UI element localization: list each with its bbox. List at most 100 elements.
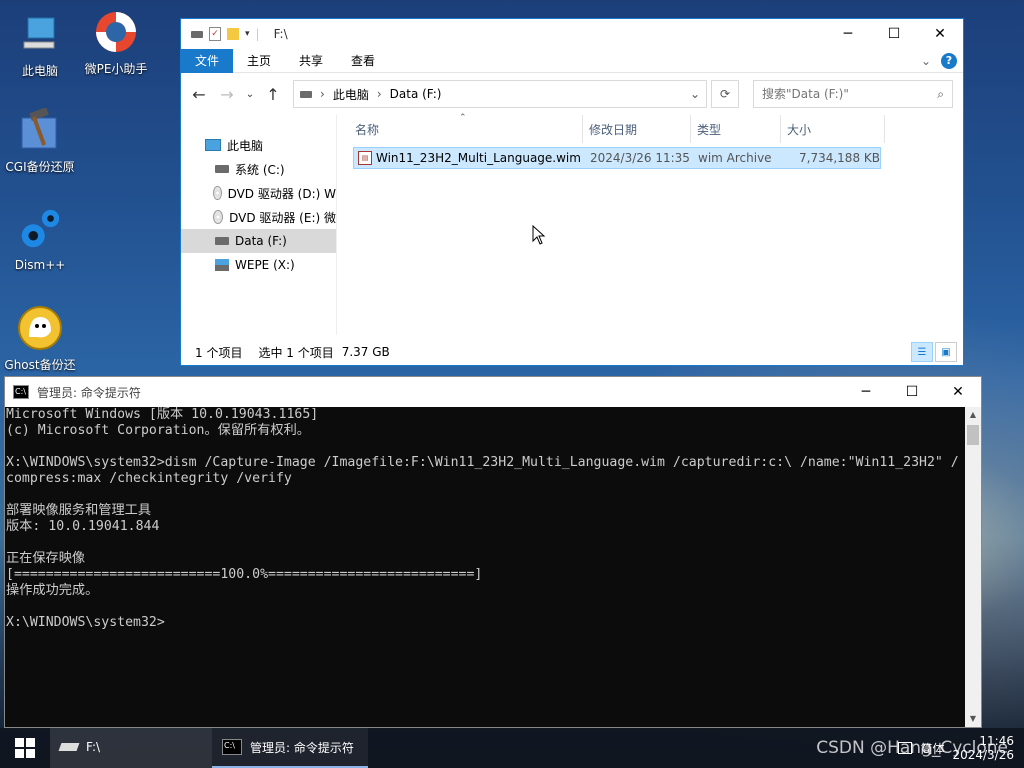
sort-up-icon: ⌃ — [459, 113, 467, 123]
recent-locations-icon[interactable]: ⌄ — [243, 89, 257, 100]
scroll-up-icon[interactable]: ▲ — [965, 407, 981, 423]
taskbar-item-cmd[interactable]: C:\ 管理员: 命令提示符 — [212, 728, 368, 768]
watermark: CSDN @Hang_Cyclone — [816, 738, 1008, 758]
column-size[interactable]: 大小 — [781, 115, 885, 143]
nav-item-d[interactable]: DVD 驱动器 (D:) W — [181, 181, 336, 205]
console-line: X:\WINDOWS\system32>dism /Capture-Image … — [6, 455, 959, 470]
large-icons-view-icon[interactable]: ▣ — [935, 342, 957, 362]
drive-icon — [191, 27, 203, 41]
computer-icon — [16, 10, 64, 58]
dvd-icon — [213, 186, 222, 200]
address-bar[interactable]: › 此电脑 › Data (F:) ⌄ — [293, 80, 707, 108]
navigation-pane: 此电脑 系统 (C:) DVD 驱动器 (D:) W DVD 驱动器 (E:) … — [181, 115, 337, 335]
close-button[interactable]: ✕ — [935, 377, 981, 407]
refresh-icon: ⟳ — [719, 87, 731, 101]
nav-item-c[interactable]: 系统 (C:) — [181, 157, 336, 181]
taskbar-item-label: F:\ — [86, 740, 101, 754]
ribbon-tabs: 文件 主页 共享 查看 ⌄ ? — [181, 48, 963, 73]
console-line: Microsoft Windows [版本 10.0.19043.1165] — [6, 407, 319, 422]
console-line: 部署映像服务和管理工具 — [6, 503, 152, 518]
properties-icon[interactable]: ✓ — [209, 27, 221, 41]
desktop-icon-label: Dism++ — [14, 258, 66, 272]
search-box[interactable]: ⌕ — [753, 80, 953, 108]
file-list: ⌃ 名称 修改日期 类型 大小 ▤ Win11_23H2_Multi_Langu… — [337, 113, 963, 335]
start-button[interactable] — [0, 728, 50, 768]
desktop-icon-this-pc[interactable]: 此电脑 — [2, 10, 78, 79]
mouse-cursor-icon — [532, 224, 546, 248]
back-arrow-icon[interactable]: ← — [187, 85, 211, 104]
search-icon: ⌕ — [937, 86, 944, 101]
console-line: [==========================100.0%=======… — [6, 567, 483, 582]
console-line: 操作成功完成。 — [6, 583, 99, 598]
chevron-down-icon[interactable]: ▾ — [245, 29, 250, 39]
scroll-thumb[interactable] — [967, 425, 979, 445]
new-folder-icon[interactable] — [227, 28, 239, 40]
network-drive-icon — [215, 259, 229, 271]
drive-icon — [215, 165, 229, 173]
console-line: X:\WINDOWS\system32> — [6, 615, 165, 630]
table-row[interactable]: ▤ Win11_23H2_Multi_Language.wim 2024/3/2… — [353, 147, 881, 169]
tab-file[interactable]: 文件 — [181, 48, 234, 73]
maximize-button[interactable]: ☐ — [889, 377, 935, 407]
breadcrumb-data-f[interactable]: Data (F:) — [390, 87, 442, 101]
drive-icon — [58, 743, 80, 751]
console-line: (c) Microsoft Corporation。保留所有权利。 — [6, 423, 310, 438]
column-type[interactable]: 类型 — [691, 115, 781, 143]
tab-view[interactable]: 查看 — [337, 49, 389, 73]
column-date[interactable]: 修改日期 — [583, 115, 691, 143]
file-type: wim Archive — [698, 151, 772, 165]
file-name: Win11_23H2_Multi_Language.wim — [376, 151, 581, 165]
up-arrow-icon[interactable]: ↑ — [261, 85, 285, 104]
cmd-icon: C:\ — [222, 739, 242, 755]
cmd-titlebar: C:\ 管理员: 命令提示符 ─ ☐ ✕ — [5, 377, 981, 407]
cmd-icon: C:\ — [13, 385, 29, 399]
forward-arrow-icon[interactable]: → — [215, 85, 239, 104]
hammer-icon — [16, 106, 64, 154]
expand-ribbon-icon[interactable]: ⌄ — [921, 54, 931, 68]
file-size: 7,734,188 KB — [799, 151, 880, 165]
nav-item-label: DVD 驱动器 (E:) 微 — [229, 210, 336, 225]
chevron-down-icon[interactable]: ⌄ — [690, 87, 700, 101]
desktop-icon-pe-helper[interactable]: 微PE小助手 — [78, 8, 154, 77]
console-line: 正在保存映像 — [6, 551, 86, 566]
close-button[interactable]: ✕ — [917, 19, 963, 49]
drive-icon — [215, 237, 229, 245]
nav-item-e[interactable]: DVD 驱动器 (E:) 微 — [181, 205, 336, 229]
column-headers: ⌃ 名称 修改日期 类型 大小 — [337, 113, 963, 143]
details-view-icon[interactable]: ☰ — [911, 342, 933, 362]
minimize-button[interactable]: ─ — [825, 19, 871, 49]
nav-item-x[interactable]: WEPE (X:) — [181, 253, 336, 277]
desktop-icon-label: 微PE小助手 — [84, 62, 148, 76]
desktop-icon-dism[interactable]: Dism++ — [2, 206, 78, 272]
maximize-button[interactable]: ☐ — [871, 19, 917, 49]
search-input[interactable] — [762, 87, 938, 101]
column-name[interactable]: 名称 — [353, 115, 583, 143]
selected-count: 选中 1 个项目 — [258, 345, 334, 360]
nav-item-label: WEPE (X:) — [235, 258, 295, 272]
nav-item-this-pc[interactable]: 此电脑 — [181, 133, 336, 157]
minimize-button[interactable]: ─ — [843, 377, 889, 407]
wim-file-icon: ▤ — [358, 151, 372, 165]
window-title: 管理员: 命令提示符 — [37, 385, 141, 400]
breadcrumb-this-pc[interactable]: 此电脑 — [333, 86, 369, 103]
help-icon[interactable]: ? — [941, 52, 957, 69]
nav-item-f[interactable]: Data (F:) — [181, 229, 336, 253]
console-output[interactable]: Microsoft Windows [版本 10.0.19043.1165] (c… — [5, 407, 965, 727]
taskbar-item-explorer[interactable]: F:\ — [50, 728, 212, 768]
dvd-icon — [213, 210, 224, 224]
scroll-down-icon[interactable]: ▼ — [965, 711, 981, 727]
nav-item-label: DVD 驱动器 (D:) W — [227, 186, 336, 201]
status-bar: 1 个项目 选中 1 个项目 7.37 GB ☰ ▣ — [181, 339, 963, 365]
tab-home[interactable]: 主页 — [233, 49, 285, 73]
tab-share[interactable]: 共享 — [285, 49, 337, 73]
file-modified: 2024/3/26 11:35 — [590, 151, 690, 165]
desktop-icon-cgi[interactable]: CGI备份还原 — [2, 106, 78, 175]
item-count: 1 个项目 — [195, 345, 243, 360]
window-title: F:\ — [273, 27, 288, 41]
scrollbar[interactable]: ▲ ▼ — [965, 407, 981, 727]
refresh-button[interactable]: ⟳ — [711, 80, 739, 108]
